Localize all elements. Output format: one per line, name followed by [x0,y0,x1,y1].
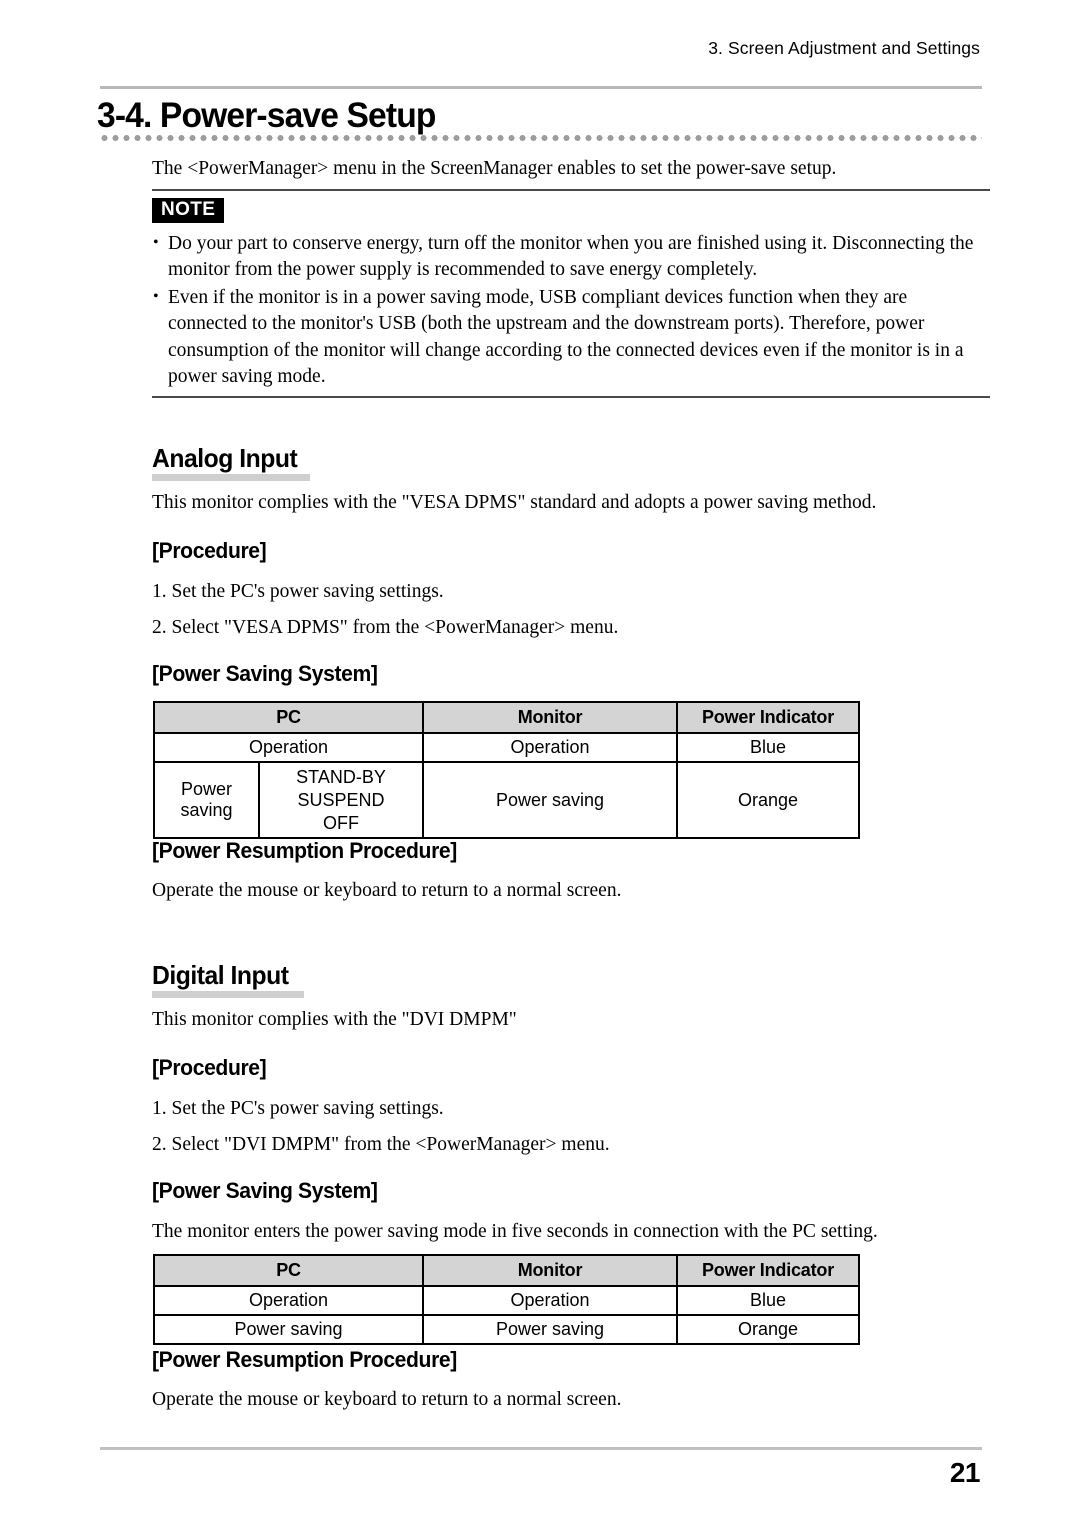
analog-resumption-text: Operate the mouse or keyboard to return … [152,880,622,901]
column-header-monitor: Monitor [422,1254,678,1287]
analog-power-saving-heading: [Power Saving System] [152,661,378,686]
note-top-rule [152,189,990,191]
pc-mode-off: OFF [323,812,359,833]
cell-pc-operation: Operation [152,732,425,763]
pc-mode-standby: STAND-BY [296,766,386,787]
note-list: Do your part to conserve energy, turn of… [152,230,990,391]
column-header-power-indicator: Power Indicator [676,701,861,734]
table-row: Power saving STAND-BY SUSPEND OFF Power … [153,761,861,839]
chapter-intro: The <PowerManager> menu in the ScreenMan… [152,158,837,179]
analog-procedure-step-2: 2. Select "VESA DPMS" from the <PowerMan… [152,617,619,638]
digital-procedure-step-2: 2. Select "DVI DMPM" from the <PowerMana… [152,1134,610,1155]
section-heading-analog-input: Analog Input [152,443,298,478]
cell-indicator-blue: Blue [676,732,861,763]
cell-pc-operation: Operation [153,1285,424,1316]
header-rule [100,86,982,89]
column-header-pc: PC [152,701,425,734]
cell-pc-modes: STAND-BY SUSPEND OFF [257,761,425,839]
analog-power-saving-table: PC Monitor Power Indicator Operation Ope… [152,701,861,839]
column-header-pc: PC [153,1254,424,1287]
analog-intro: This monitor complies with the "VESA DPM… [152,492,877,513]
digital-power-saving-heading: [Power Saving System] [152,1178,378,1203]
digital-intro: This monitor complies with the "DVI DMPM… [152,1009,517,1030]
note-block: NOTE Do your part to conserve energy, tu… [152,189,990,398]
table-row: Power saving Power saving Orange [153,1314,860,1345]
digital-resumption-heading: [Power Resumption Procedure] [152,1347,457,1372]
analog-resumption-heading: [Power Resumption Procedure] [152,838,457,863]
note-bottom-rule [152,395,990,398]
note-badge: NOTE [152,198,225,223]
digital-power-saving-table: PC Monitor Power Indicator Operation Ope… [153,1254,860,1345]
title-dotted-rule [99,135,982,141]
cell-monitor-power-saving: Power saving [422,1314,678,1345]
digital-power-saving-note: The monitor enters the power saving mode… [152,1221,878,1242]
digital-procedure-step-1: 1. Set the PC's power saving settings. [152,1098,444,1119]
cell-monitor-power-saving: Power saving [422,761,679,839]
digital-procedure-heading: [Procedure] [152,1055,267,1080]
pc-mode-list: STAND-BY SUSPEND OFF [262,766,420,835]
cell-indicator-orange: Orange [676,761,861,839]
table-header-row: PC Monitor Power Indicator [153,1254,860,1287]
cell-monitor-operation: Operation [422,732,679,763]
pc-mode-suspend: SUSPEND [297,789,385,810]
column-header-power-indicator: Power Indicator [676,1254,860,1287]
page-number: 21 [949,1457,981,1488]
table-row: Operation Operation Blue [152,732,861,763]
cell-monitor-operation: Operation [422,1285,678,1316]
document-page: 3. Screen Adjustment and Settings 3-4. P… [0,0,1080,1527]
list-item: Even if the monitor is in a power saving… [152,284,990,391]
section-underbar-analog [152,474,310,481]
list-item: Do your part to conserve energy, turn of… [152,230,990,284]
running-header: 3. Screen Adjustment and Settings [708,38,980,58]
analog-procedure-step-1: 1. Set the PC's power saving settings. [152,581,444,602]
cell-indicator-orange: Orange [676,1314,860,1345]
cell-indicator-blue: Blue [676,1285,860,1316]
digital-resumption-text: Operate the mouse or keyboard to return … [152,1389,622,1410]
section-underbar-digital [152,991,304,998]
chapter-title: 3-4. Power-save Setup [97,96,436,135]
footer-rule [100,1447,982,1450]
cell-pc-power-saving: Power saving [153,1314,424,1345]
table-header-row: PC Monitor Power Indicator [152,701,861,734]
column-header-monitor: Monitor [422,701,679,734]
cell-pc-power-saving: Power saving [153,761,260,839]
analog-procedure-heading: [Procedure] [152,538,267,563]
section-heading-digital-input: Digital Input [152,960,289,995]
table-row: Operation Operation Blue [153,1285,860,1316]
